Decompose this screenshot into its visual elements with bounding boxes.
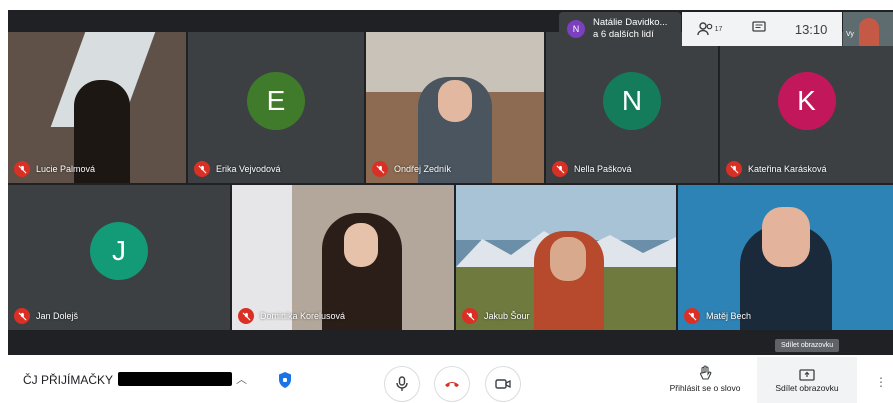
raise-hand-button[interactable]: Přihlásit se o slovo: [662, 365, 748, 393]
participant-tile[interactable]: Jakub Šour: [456, 185, 676, 330]
participant-name: Lucie Palmová: [14, 161, 95, 177]
self-label: Vy: [846, 31, 854, 38]
avatar: E: [247, 71, 305, 130]
speakers-text: Natálie Davidko... a 6 dalších lidí: [593, 17, 667, 41]
meeting-title[interactable]: ČJ PŘIJÍMAČKY: [23, 373, 113, 387]
meeting-stage: Lucie Palmová E Erika Vejvodová Ondřej Z…: [8, 10, 893, 355]
participant-name: Ondřej Zedník: [372, 161, 451, 177]
more-options-icon[interactable]: ⋮: [875, 375, 887, 389]
participant-name: Erika Vejvodová: [194, 161, 281, 177]
participant-tile[interactable]: J Jan Dolejš: [8, 185, 230, 330]
end-call-button[interactable]: [434, 366, 470, 402]
participants-button[interactable]: 17: [696, 22, 723, 36]
person-head: [438, 80, 472, 122]
phone-hangup-icon: [445, 382, 459, 387]
person-face: [550, 237, 586, 281]
participant-name: Dominika Korelusová: [238, 308, 345, 324]
present-label: Sdílet obrazovku: [775, 383, 839, 393]
participant-name: Jakub Šour: [462, 308, 530, 324]
participant-tile[interactable]: Dominika Korelusová: [232, 185, 454, 330]
camera-button[interactable]: [485, 366, 521, 402]
mic-off-icon: [372, 161, 388, 177]
participant-tile[interactable]: N Nella Pašková: [546, 32, 718, 183]
participant-tile[interactable]: K Kateřina Karásková: [720, 32, 893, 183]
avatar: K: [777, 71, 836, 130]
participant-name: Matěj Bech: [684, 308, 751, 324]
mic-off-icon: [684, 308, 700, 324]
person-face: [344, 223, 378, 267]
mic-off-icon: [194, 161, 210, 177]
present-screen-button[interactable]: Sdílet obrazovku: [757, 357, 857, 403]
microphone-icon: [396, 376, 408, 391]
speakers-line1: Natálie Davidko...: [593, 17, 668, 28]
people-icon: [696, 22, 712, 36]
participants-count: 17: [714, 25, 723, 33]
mic-off-icon: [238, 308, 254, 324]
redaction-box: [118, 372, 232, 386]
present-screen-icon: [799, 369, 815, 381]
avatar: N: [567, 20, 585, 38]
chevron-up-icon[interactable]: ︿: [236, 371, 247, 387]
avatar: N: [603, 71, 661, 130]
participant-tile[interactable]: Lucie Palmová: [8, 32, 186, 183]
avatar: J: [90, 221, 148, 280]
top-controls: 17 13:10: [682, 12, 842, 46]
camera-icon: [495, 379, 511, 389]
self-view[interactable]: Vy: [843, 12, 893, 46]
participant-name: Jan Dolejš: [14, 308, 78, 324]
mic-off-icon: [552, 161, 568, 177]
mic-off-icon: [14, 308, 30, 324]
participant-tile[interactable]: Ondřej Zedník: [366, 32, 544, 183]
speakers-line2: a 6 dalších lidí: [593, 29, 654, 40]
mic-off-icon: [726, 161, 742, 177]
active-speakers-chip[interactable]: N Natálie Davidko... a 6 dalších lidí: [559, 12, 681, 46]
participant-name: Nella Pašková: [552, 161, 632, 177]
mic-off-icon: [14, 161, 30, 177]
security-shield-icon[interactable]: [277, 371, 293, 389]
present-tooltip: Sdílet obrazovku: [775, 339, 840, 352]
raise-hand-label: Přihlásit se o slovo: [669, 383, 741, 393]
chat-button[interactable]: [751, 21, 766, 37]
participant-tile[interactable]: Matěj Bech: [678, 185, 893, 330]
participant-name: Kateřina Karásková: [726, 161, 827, 177]
hand-icon: [699, 365, 712, 380]
person-face: [762, 207, 810, 267]
self-video: [859, 18, 879, 46]
mic-off-icon: [462, 308, 478, 324]
clock: 13:10: [794, 21, 828, 37]
microphone-button[interactable]: [384, 366, 420, 402]
participant-tile[interactable]: E Erika Vejvodová: [188, 32, 364, 183]
present-icon-wrap: [757, 369, 857, 383]
chat-icon: [751, 21, 766, 32]
